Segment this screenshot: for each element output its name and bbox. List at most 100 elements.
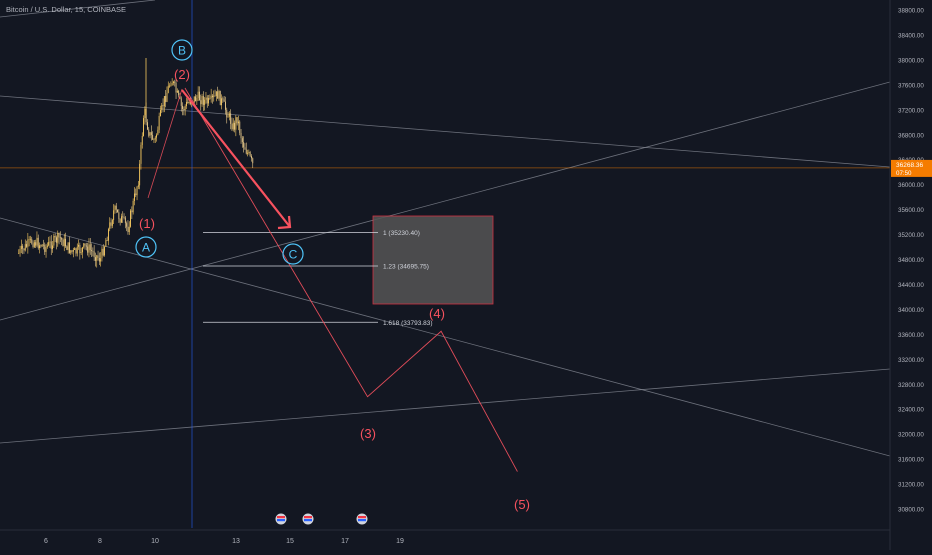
- candle-body: [80, 252, 82, 254]
- price-tick-19: 31200.00: [898, 482, 924, 489]
- candle-body: [102, 248, 104, 256]
- candle-body: [72, 249, 74, 252]
- candle-93: [139, 159, 141, 190]
- candle-body: [71, 250, 73, 252]
- candle-155: [219, 90, 221, 106]
- candle-body: [124, 217, 126, 224]
- current-price-tag[interactable]: 36268.3607:50: [891, 159, 932, 177]
- time-tick-4: 15: [286, 538, 294, 545]
- candle-body: [221, 98, 222, 106]
- candle-body: [135, 193, 137, 196]
- candle-body: [44, 244, 46, 252]
- candle-body: [157, 129, 159, 135]
- candle-body: [206, 97, 208, 104]
- current-price-value: 36268.36: [896, 162, 923, 169]
- event-flag-icon-1[interactable]: [275, 513, 287, 525]
- candle-body: [154, 137, 156, 140]
- candle-body: [184, 106, 186, 111]
- candle-body: [18, 253, 20, 254]
- candle-body: [175, 83, 177, 93]
- time-tick-5: 17: [341, 538, 349, 545]
- candle-body: [35, 242, 37, 246]
- event-flag-stripe-blue: [277, 519, 285, 522]
- candle-body: [114, 205, 116, 211]
- candle-body: [234, 122, 235, 130]
- candle-body: [128, 226, 130, 233]
- candle-body: [210, 95, 212, 99]
- candle-body: [111, 220, 113, 226]
- candle-body: [85, 245, 87, 247]
- candle-body: [180, 98, 182, 106]
- candle-body: [139, 163, 141, 186]
- candle-body: [126, 223, 128, 227]
- candle-body: [43, 244, 44, 246]
- candle-body: [213, 95, 215, 98]
- candle-body: [89, 244, 91, 251]
- candle-body: [69, 242, 70, 253]
- candle-body: [158, 115, 160, 130]
- candle-body: [236, 117, 238, 124]
- candle-body: [93, 251, 95, 258]
- candle-body: [197, 91, 199, 98]
- candle-body: [98, 257, 100, 262]
- candle-body: [209, 98, 211, 99]
- candle-body: [247, 152, 248, 154]
- candle-body: [223, 99, 225, 102]
- chart-title: Bitcoin / U.S. Dollar, 15, COINBASE: [6, 5, 127, 14]
- candle-body: [82, 247, 83, 253]
- candle-body: [91, 250, 92, 251]
- price-tick-0: 38800.00: [898, 8, 924, 15]
- wave-label-4: (4): [429, 306, 445, 321]
- price-tick-18: 31600.00: [898, 457, 924, 464]
- price-tick-9: 35200.00: [898, 232, 924, 239]
- candle-body: [119, 218, 121, 223]
- candle-body: [27, 239, 29, 247]
- candle-body: [122, 216, 124, 218]
- countdown-value: 07:50: [896, 170, 912, 177]
- candle-96: [143, 115, 144, 137]
- price-tick-20: 30800.00: [898, 507, 924, 514]
- candle-body: [105, 240, 107, 247]
- candle-body: [26, 244, 27, 247]
- candle-body: [67, 242, 69, 250]
- candle-body: [166, 92, 168, 102]
- candle-body: [238, 121, 239, 124]
- candle-body: [20, 245, 22, 249]
- candle-body: [54, 235, 56, 238]
- candle-body: [218, 90, 220, 99]
- candle-body: [61, 237, 63, 240]
- event-flag-stripe-red: [277, 516, 285, 519]
- price-chart[interactable]: 1 (35230.40) 1.23 (34695.75) 1.618 (33793.…: [0, 0, 932, 550]
- price-tick-14: 33200.00: [898, 357, 924, 364]
- candle-body: [108, 229, 109, 241]
- candle-body: [76, 246, 78, 254]
- event-flag-icon-2[interactable]: [302, 513, 314, 525]
- candle-body: [148, 129, 150, 136]
- candle-body: [83, 243, 85, 248]
- candle-body: [252, 158, 254, 164]
- candle-body: [165, 95, 167, 102]
- candle-body: [87, 246, 89, 253]
- fib-label-3: 1.618 (33793.83): [383, 320, 433, 327]
- candle-body: [23, 248, 25, 251]
- event-flag-icon-3[interactable]: [356, 513, 368, 525]
- candle-body: [109, 222, 111, 230]
- price-tick-8: 35600.00: [898, 207, 924, 214]
- candle-body: [143, 118, 144, 137]
- candle-76: [117, 209, 118, 213]
- candle-body: [84, 243, 86, 246]
- candle-body: [160, 110, 161, 116]
- candle-body: [195, 96, 196, 102]
- candle-body: [156, 134, 157, 138]
- candle-body: [66, 246, 68, 250]
- time-tick-3: 13: [232, 538, 240, 545]
- candle-body: [219, 90, 221, 106]
- candle-body: [118, 212, 120, 219]
- candle-body: [30, 238, 31, 240]
- price-tick-4: 37200.00: [898, 107, 924, 114]
- candle-body: [37, 237, 39, 249]
- candle-body: [202, 96, 204, 105]
- candle-body: [100, 258, 102, 262]
- candle-body: [239, 121, 241, 133]
- chart-area[interactable]: 1 (35230.40) 1.23 (34695.75) 1.618 (33793.…: [0, 0, 932, 550]
